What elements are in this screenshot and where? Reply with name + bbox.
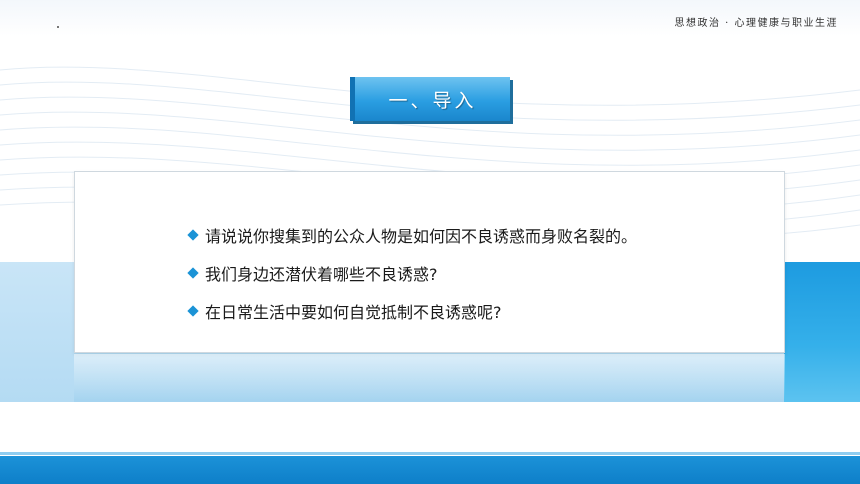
list-item: 请说说你搜集到的公众人物是如何因不良诱惑而身败名裂的。: [187, 216, 637, 254]
question-text: 我们身边还潜伏着哪些不良诱惑?: [205, 265, 438, 284]
footer-bar: [0, 456, 860, 484]
footer-accent-line: [0, 452, 860, 455]
decorative-dot: [57, 26, 59, 28]
diamond-bullet-icon: [187, 267, 199, 279]
section-title-box: 一、导入: [350, 77, 510, 121]
diamond-bullet-icon: [187, 229, 199, 241]
background-band-left: [0, 262, 74, 402]
background-band-right: [784, 262, 860, 402]
card-reflection: [74, 354, 785, 400]
header-subtitle: 思想政治 · 心理健康与职业生涯: [674, 18, 838, 29]
list-item: 我们身边还潜伏着哪些不良诱惑?: [187, 254, 637, 292]
question-list: 请说说你搜集到的公众人物是如何因不良诱惑而身败名裂的。 我们身边还潜伏着哪些不良…: [187, 216, 637, 330]
question-text: 在日常生活中要如何自觉抵制不良诱惑呢?: [205, 303, 502, 322]
list-item: 在日常生活中要如何自觉抵制不良诱惑呢?: [187, 292, 637, 330]
question-text: 请说说你搜集到的公众人物是如何因不良诱惑而身败名裂的。: [205, 227, 638, 246]
diamond-bullet-icon: [187, 305, 199, 317]
section-title: 一、导入: [388, 89, 477, 112]
